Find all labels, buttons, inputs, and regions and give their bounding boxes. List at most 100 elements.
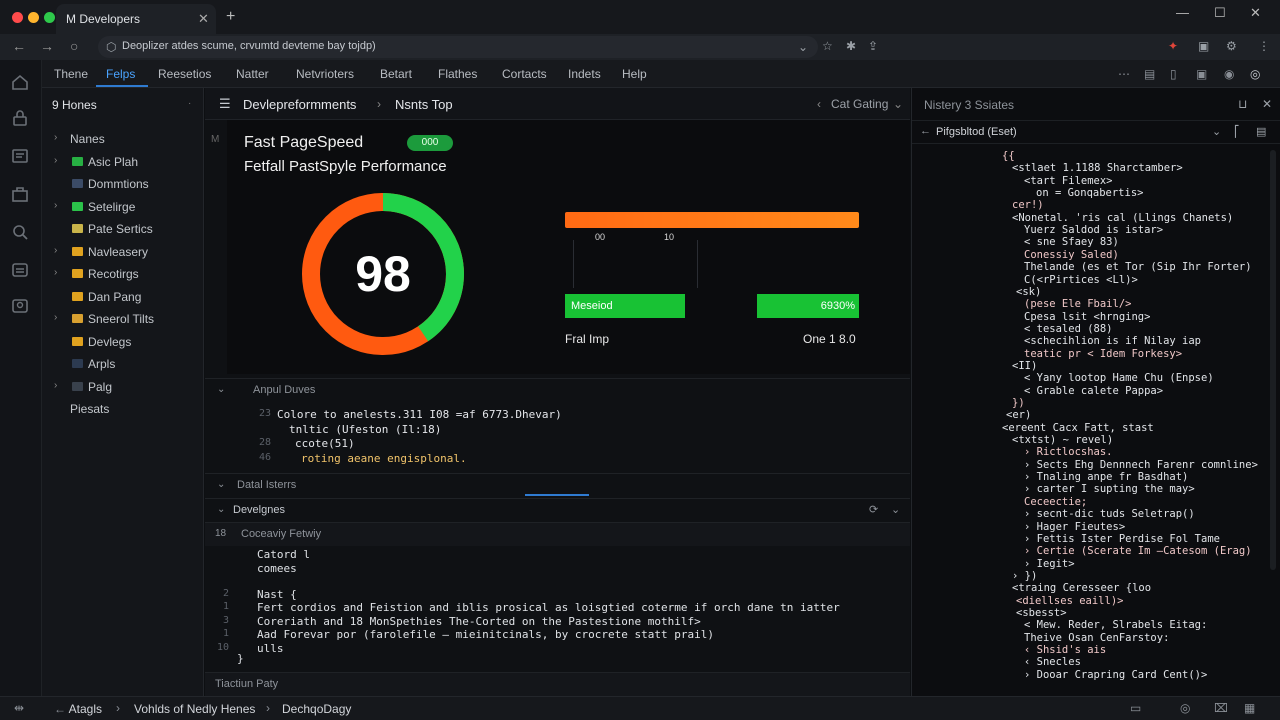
tab-close-icon[interactable]: ✕ (198, 11, 209, 27)
code-line: ccote(51) (295, 437, 355, 450)
menu-item-cortacts[interactable]: Cortacts (502, 67, 547, 81)
expand-icon[interactable]: ▤ (1256, 125, 1266, 138)
sidebar-item-label: Sneerol Tilts (88, 312, 155, 326)
folder-icon (72, 291, 83, 301)
feedback-icon[interactable]: ⌧ (1214, 701, 1228, 715)
sidebar-item[interactable]: Arpls (42, 355, 204, 375)
refresh-icon[interactable]: ○ (70, 38, 78, 54)
menu-icon[interactable]: ⋮ (1258, 39, 1270, 53)
chevron-down-icon[interactable]: ⌄ (891, 503, 900, 516)
status-item-3[interactable]: DechqoDagy (282, 702, 351, 716)
layout-icon[interactable]: ▤ (1144, 67, 1155, 81)
footer-tab[interactable]: Tiactiun Paty (205, 672, 910, 696)
chevron-down-icon[interactable]: ⌄ (893, 97, 903, 111)
chevron-right-icon: › (54, 312, 58, 323)
alert-icon[interactable]: ✦ (1168, 39, 1178, 53)
history-line: <II) (1012, 359, 1038, 372)
more-icon[interactable]: ⋯ (1118, 67, 1130, 81)
sidebar-item[interactable]: Piesats (42, 400, 204, 420)
chevron-left-icon[interactable]: ‹ (817, 97, 821, 111)
maximize-window-dot[interactable] (44, 12, 55, 23)
menu-item-indets[interactable]: Indets (568, 67, 601, 81)
browser-tab[interactable]: M Developers ✕ (56, 4, 216, 34)
search-icon[interactable] (10, 222, 32, 244)
pin-icon[interactable]: ⊔ (1238, 97, 1247, 111)
menu-item-flathes[interactable]: Flathes (438, 67, 477, 81)
back-icon[interactable]: ← (920, 125, 931, 137)
close-icon[interactable]: ✕ (1262, 97, 1272, 111)
account-icon[interactable]: ◎ (1250, 67, 1260, 81)
notifications-icon[interactable]: ◉ (1224, 67, 1234, 81)
status-item-2[interactable]: Vohlds of Nedly Henes (134, 702, 255, 716)
sidebar-item[interactable]: › Navleasery (42, 243, 204, 263)
close-icon[interactable]: ✕ (1250, 5, 1261, 21)
history-line: Thelande (es et Tor (Sip Ihr Forter) (1024, 261, 1252, 274)
chevron-down-icon[interactable]: ⌄ (1212, 125, 1221, 138)
breadcrumb-item-2[interactable]: Nsnts Top (395, 97, 453, 112)
folder-icon (72, 179, 83, 188)
home-icon[interactable] (10, 72, 32, 94)
menu-item-thene[interactable]: Thene (54, 67, 88, 81)
sidebar-more-icon[interactable]: · (188, 98, 191, 109)
new-tab-icon[interactable]: + (226, 8, 235, 26)
files-icon[interactable] (10, 146, 32, 168)
sidebar-icon[interactable]: ▣ (1198, 39, 1209, 53)
sidebar-item[interactable]: › Palg (42, 378, 204, 398)
right-label[interactable]: Cat Gating (831, 97, 888, 111)
menu-item-felps[interactable]: Felps (106, 67, 135, 81)
forward-icon[interactable]: → (40, 38, 54, 54)
split-icon[interactable]: ▯ (1170, 67, 1177, 81)
sidebar-item[interactable]: › Sneerol Tilts (42, 310, 204, 330)
history-line: <er) (1006, 409, 1032, 422)
sidebar-item[interactable]: › Asic Plah (42, 153, 204, 173)
maximize-icon[interactable]: ☐ (1214, 5, 1226, 21)
section-header-4[interactable]: 18 Coceaviy Fetwiy (205, 522, 910, 546)
sidebar-item[interactable]: › Recotirgs (42, 265, 204, 285)
sidebar-item[interactable]: › Setelirge (42, 198, 204, 218)
lock-icon[interactable] (10, 108, 32, 130)
minimize-icon[interactable]: — (1176, 5, 1189, 20)
editor-area: ☰ Devlepreformments › Nsnts Top ‹ Cat Ga… (205, 88, 910, 696)
history-line: Ceceectie; (1024, 495, 1088, 508)
section-header-3[interactable]: ⌄ Develgnes ⟳ ⌄ (205, 498, 910, 522)
settings-icon[interactable]: ⚙ (1226, 39, 1237, 53)
sidebar-item[interactable]: Dommtions (42, 175, 204, 195)
remote-icon[interactable]: ⇹ (14, 701, 24, 715)
panel-icon[interactable]: ▣ (1196, 67, 1207, 81)
code-line: comees (257, 562, 297, 575)
sync-icon[interactable]: ◎ (1180, 701, 1190, 715)
menu-item-reesetios[interactable]: Reesetios (158, 67, 211, 81)
scrollbar[interactable] (1270, 150, 1276, 570)
menu-item-betart[interactable]: Betart (380, 67, 412, 81)
breadcrumb-item-1[interactable]: Devlepreformments (243, 97, 356, 112)
sidebar-item[interactable]: Pate Sertics (42, 220, 204, 240)
refresh-icon[interactable]: ⟳ (869, 503, 878, 516)
active-menu-indicator (96, 85, 148, 87)
share-icon[interactable]: ⇪ (868, 39, 878, 53)
dropdown-icon[interactable]: ⌄ (798, 40, 808, 54)
hamburger-icon[interactable]: ☰ (219, 96, 231, 112)
sidebar-item[interactable]: Devlegs (42, 333, 204, 353)
sidebar-item[interactable]: › Nanes (42, 130, 204, 150)
split-icon[interactable]: ⎡ (1234, 125, 1240, 138)
close-window-dot[interactable] (12, 12, 23, 23)
minimize-window-dot[interactable] (28, 12, 39, 23)
menu-item-netvrioters[interactable]: Netvrioters (296, 67, 354, 81)
section-label-3: Develgnes (233, 504, 285, 516)
section-header-1[interactable]: ⌄ Anpul Duves (205, 378, 910, 402)
layout-icon[interactable]: ▦ (1244, 701, 1255, 715)
menu-item-natter[interactable]: Natter (236, 67, 269, 81)
back-icon[interactable]: ← (12, 38, 26, 54)
menu-item-help[interactable]: Help (622, 67, 647, 81)
status-item-1[interactable]: ← Atagls (54, 702, 102, 716)
extensions-icon[interactable] (10, 184, 32, 206)
sidebar-item[interactable]: Dan Pang (42, 288, 204, 308)
star-icon[interactable]: ☆ (822, 39, 833, 53)
folder-icon (72, 201, 83, 211)
url-field[interactable]: ⬡ Deoplizer atdes scume, crvumtd devteme… (98, 36, 818, 58)
terminal-icon[interactable] (10, 260, 32, 282)
profile-icon[interactable] (10, 296, 32, 318)
bell-icon[interactable]: ▭ (1130, 701, 1141, 715)
perf-badge: 000 (407, 135, 453, 151)
puzzle-icon[interactable]: ✱ (846, 39, 856, 53)
